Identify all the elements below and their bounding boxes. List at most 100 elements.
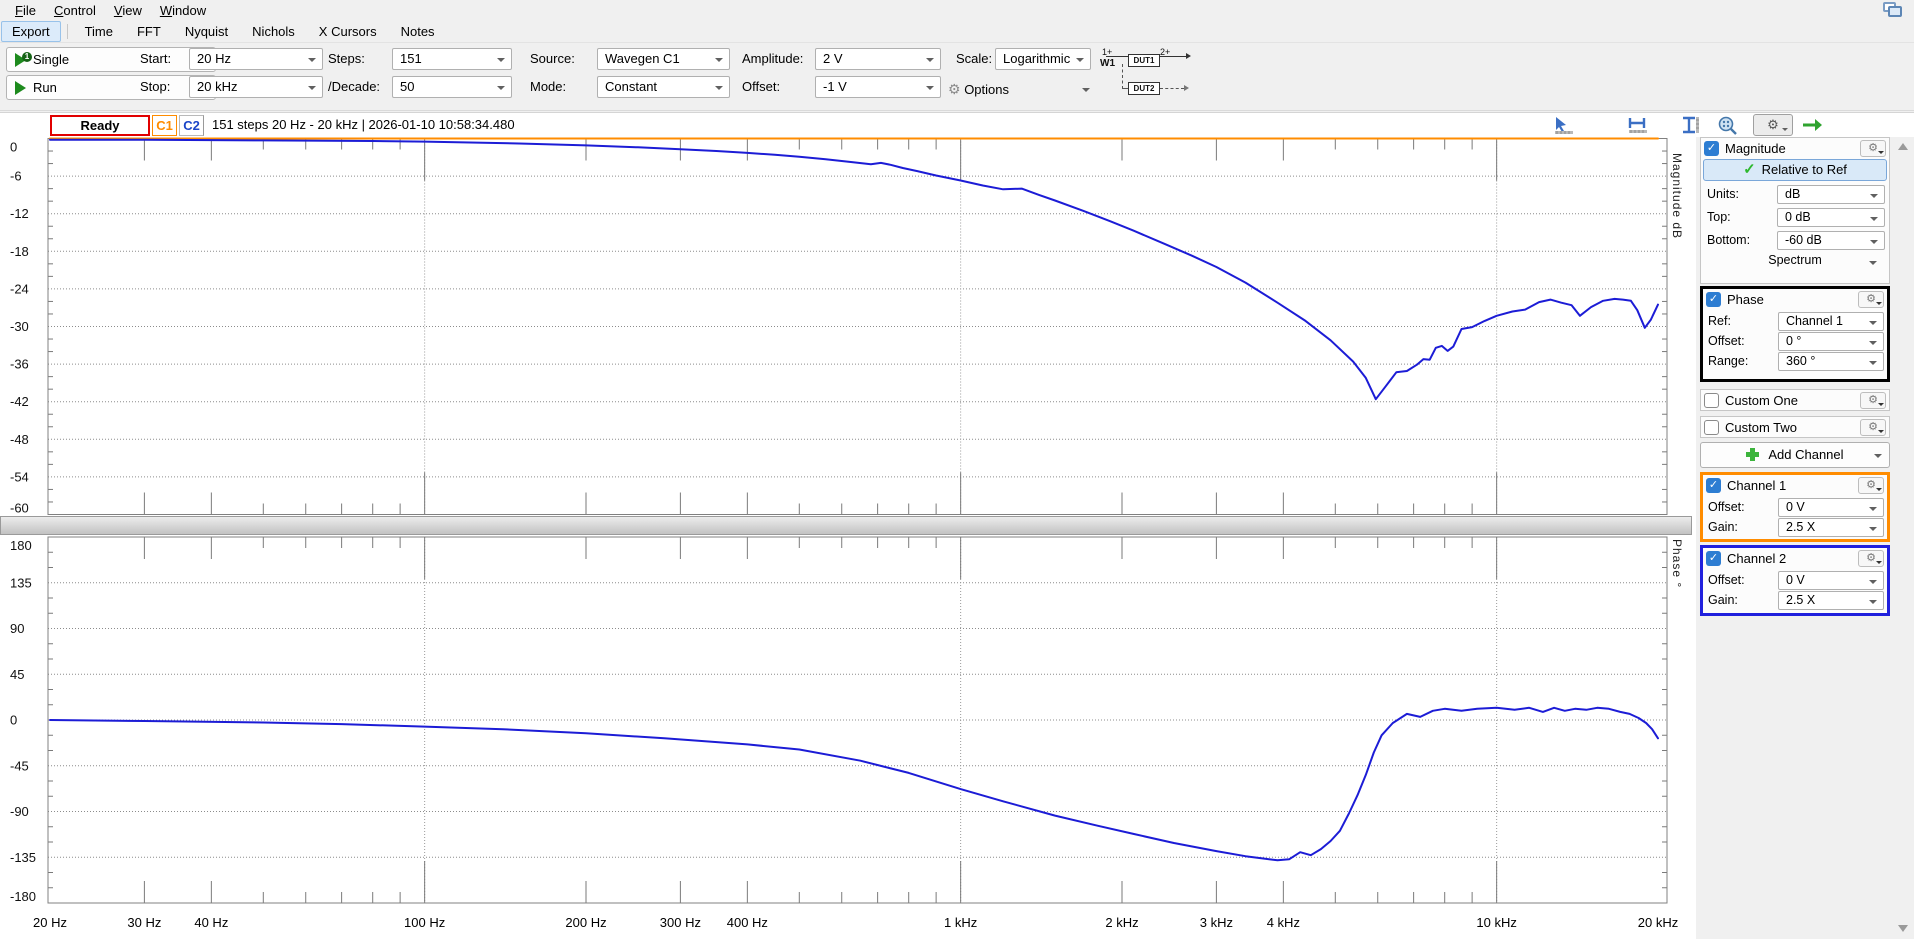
dut2-box: DUT2: [1128, 82, 1160, 95]
tab-x-cursors[interactable]: X Cursors: [308, 21, 388, 42]
tab-fft[interactable]: FFT: [126, 21, 172, 42]
units-label: Units:: [1707, 185, 1739, 204]
svg-text:45: 45: [10, 667, 24, 682]
channel1-gain-select[interactable]: 2.5 X: [1778, 518, 1884, 537]
phase-checkbox[interactable]: ✓: [1706, 292, 1721, 307]
plot-area[interactable]: 0-6-12-18-24-30-36-42-48-54-60 180135904…: [0, 137, 1696, 939]
source-select[interactable]: Wavegen C1: [597, 48, 730, 70]
x-tick-label: 400 Hz: [705, 915, 789, 930]
per-decade-select[interactable]: 50: [392, 76, 512, 98]
custom-one-title: Custom One: [1725, 393, 1854, 408]
bottom-select[interactable]: -60 dB: [1777, 231, 1885, 250]
plot-settings-button[interactable]: ⚙: [1753, 114, 1793, 136]
options-button[interactable]: ⚙ Options: [948, 78, 1100, 100]
channel1-gain-label: Gain:: [1708, 518, 1738, 537]
check-icon: ✓: [1743, 161, 1756, 178]
magnitude-axis-title: Magnitude dB: [1670, 153, 1684, 239]
scroll-down-icon[interactable]: [1898, 925, 1908, 932]
channel2-gain-label: Gain:: [1708, 591, 1738, 610]
channel1-gear-icon[interactable]: ⚙: [1858, 477, 1884, 494]
menu-view[interactable]: View: [105, 1, 151, 20]
custom-two-gear-icon[interactable]: ⚙: [1860, 419, 1886, 436]
channel2-indicator[interactable]: C2: [179, 115, 204, 136]
x-tick-label: 40 Hz: [169, 915, 253, 930]
magnitude-panel: ✓ Magnitude ⚙ ✓Relative to Ref Units: dB…: [1700, 137, 1890, 284]
custom-two-checkbox[interactable]: [1704, 420, 1719, 435]
magnitude-panel-title: Magnitude: [1725, 141, 1854, 156]
magnitude-plot[interactable]: 0-6-12-18-24-30-36-42-48-54-60: [0, 137, 1696, 516]
svg-text:-45: -45: [10, 758, 29, 773]
tab-time[interactable]: Time: [74, 21, 124, 42]
custom-two-title: Custom Two: [1725, 420, 1854, 435]
svg-text:135: 135: [10, 575, 32, 590]
tab-export[interactable]: Export: [1, 21, 61, 42]
phase-gear-icon[interactable]: ⚙: [1858, 291, 1884, 308]
channel2-gear-icon[interactable]: ⚙: [1858, 550, 1884, 567]
play-single-icon: 1: [15, 53, 26, 67]
x-tick-label: 10 kHz: [1455, 915, 1539, 930]
offset-select[interactable]: -1 V: [815, 76, 941, 98]
channel2-gain-select[interactable]: 2.5 X: [1778, 591, 1884, 610]
channel1-offset-select[interactable]: 0 V: [1778, 498, 1884, 517]
svg-text:-30: -30: [10, 319, 29, 334]
svg-text:-90: -90: [10, 804, 29, 819]
restore-windows-icon[interactable]: [1882, 2, 1904, 19]
channel1-checkbox[interactable]: ✓: [1706, 478, 1721, 493]
svg-text:0: 0: [10, 713, 17, 728]
status-badge: Ready: [50, 115, 150, 136]
ref-select[interactable]: Channel 1: [1778, 312, 1884, 331]
svg-text:90: 90: [10, 621, 24, 636]
x-tick-label: 1 kHz: [919, 915, 1003, 930]
stop-select[interactable]: 20 kHz: [189, 76, 323, 98]
toolbar-separator: [67, 24, 68, 39]
magnitude-checkbox[interactable]: ✓: [1704, 141, 1719, 156]
plot-splitter[interactable]: [0, 516, 1692, 535]
magnitude-gear-icon[interactable]: ⚙: [1860, 140, 1886, 157]
custom-one-gear-icon[interactable]: ⚙: [1860, 392, 1886, 409]
channel2-checkbox[interactable]: ✓: [1706, 551, 1721, 566]
steps-select[interactable]: 151: [392, 48, 512, 70]
phase-plot[interactable]: 18013590450-45-90-135-180: [0, 535, 1696, 909]
svg-text:-36: -36: [10, 357, 29, 372]
tab-nyquist[interactable]: Nyquist: [174, 21, 239, 42]
custom-one-checkbox[interactable]: [1704, 393, 1719, 408]
tab-notes[interactable]: Notes: [390, 21, 446, 42]
zoom-tool-icon[interactable]: [1716, 115, 1740, 135]
relative-to-ref-button[interactable]: ✓Relative to Ref: [1703, 159, 1887, 181]
start-select[interactable]: 20 Hz: [189, 48, 323, 70]
phase-offset-select[interactable]: 0 °: [1778, 332, 1884, 351]
menu-file[interactable]: File: [6, 1, 45, 20]
run-button[interactable]: Run: [6, 75, 216, 100]
pointer-cursor-tool-icon[interactable]: [1552, 115, 1576, 135]
menu-control[interactable]: Control: [45, 1, 105, 20]
units-select[interactable]: dB: [1777, 185, 1885, 204]
spectrum-expander[interactable]: Spectrum: [1705, 253, 1885, 270]
play-run-icon: [15, 81, 26, 95]
range-select[interactable]: 360 °: [1778, 352, 1884, 371]
vertical-cursors-tool-icon[interactable]: [1679, 115, 1703, 135]
waveforms-network-analyzer-window: File Control View Window Export Time FFT…: [0, 0, 1914, 939]
scale-select[interactable]: Logarithmic: [995, 48, 1091, 70]
x-tick-label: 20 kHz: [1616, 915, 1700, 930]
scroll-up-icon[interactable]: [1898, 143, 1908, 150]
channel2-offset-select[interactable]: 0 V: [1778, 571, 1884, 590]
gear-icon: ⚙: [948, 81, 961, 97]
single-button[interactable]: 1 Single: [6, 47, 216, 72]
channel1-indicator[interactable]: C1: [152, 115, 177, 136]
svg-text:180: 180: [10, 538, 32, 553]
channel2-plus-label: 2+: [1160, 47, 1170, 57]
source-label: Source:: [530, 48, 575, 70]
add-channel-button[interactable]: Add Channel: [1700, 442, 1890, 468]
menu-bar: File Control View Window: [0, 0, 1914, 21]
export-arrow-icon[interactable]: [1800, 115, 1824, 135]
amplitude-select[interactable]: 2 V: [815, 48, 941, 70]
menu-window[interactable]: Window: [151, 1, 215, 20]
channel-sidebar: ✓ Magnitude ⚙ ✓Relative to Ref Units: dB…: [1696, 137, 1914, 939]
top-select[interactable]: 0 dB: [1777, 208, 1885, 227]
dut-wiring-diagram: 1+ W1 DUT1 2+ DUT2: [1098, 46, 1202, 104]
dut1-box: DUT1: [1128, 54, 1160, 67]
custom-one-panel: Custom One ⚙: [1700, 389, 1890, 411]
mode-select[interactable]: Constant: [597, 76, 730, 98]
tab-nichols[interactable]: Nichols: [241, 21, 306, 42]
horizontal-cursors-tool-icon[interactable]: [1626, 115, 1650, 135]
